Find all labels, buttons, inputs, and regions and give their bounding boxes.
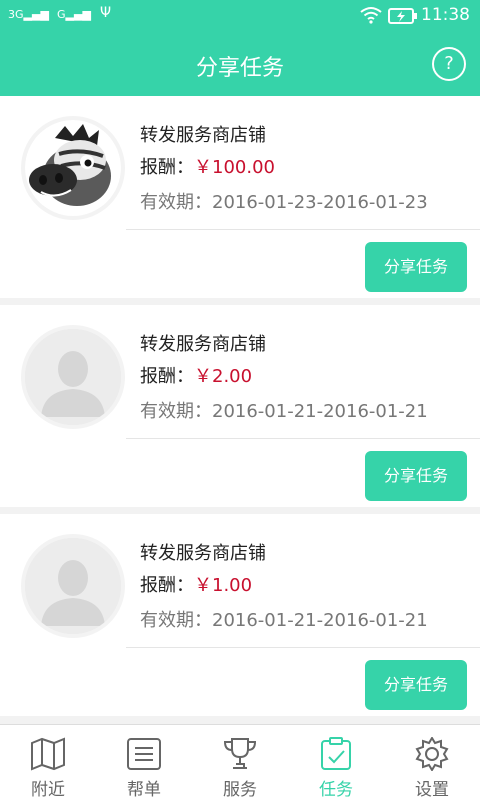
default-person-icon [25, 329, 121, 425]
clock: 11:38 [421, 5, 470, 25]
task-card: 转发服务商店铺 报酬：￥100.00 有效期：2016-01-23-2016-0… [0, 96, 480, 298]
tab-label: 设置 [415, 780, 449, 800]
default-person-icon [25, 538, 121, 634]
signal-g-icon: G▂▄▆ [57, 8, 91, 21]
task-reward: 报酬：￥2.00 [140, 362, 252, 388]
tab-orders[interactable]: 帮单 [96, 725, 192, 800]
task-title: 转发服务商店铺 [140, 334, 266, 355]
zebra-mascot-icon [25, 120, 121, 216]
reward-amount: ￥100.00 [194, 157, 275, 178]
battery-icon [388, 7, 418, 29]
tab-nearby[interactable]: 附近 [0, 725, 96, 800]
reward-label: 报酬： [140, 157, 194, 178]
reward-amount: ￥2.00 [194, 366, 253, 387]
map-icon [31, 737, 65, 771]
usb-icon: Ψ [100, 5, 112, 21]
share-task-button[interactable]: 分享任务 [365, 242, 467, 292]
task-validity: 有效期：2016-01-21-2016-01-21 [140, 397, 428, 423]
bottom-tab-bar: 附近 帮单 服务 任务 设置 [0, 724, 480, 800]
validity-label: 有效期： [140, 192, 212, 213]
header: 分享任务 ? [0, 34, 480, 96]
task-validity: 有效期：2016-01-21-2016-01-21 [140, 606, 428, 632]
task-card: 转发服务商店铺 报酬：￥2.00 有效期：2016-01-21-2016-01-… [0, 305, 480, 507]
task-icon [321, 737, 351, 770]
divider [126, 647, 480, 648]
tab-tasks[interactable]: 任务 [288, 725, 384, 800]
list-icon [127, 738, 161, 770]
task-title: 转发服务商店铺 [140, 125, 266, 146]
task-validity: 有效期：2016-01-23-2016-01-23 [140, 188, 428, 214]
task-reward: 报酬：￥1.00 [140, 571, 252, 597]
reward-label: 报酬： [140, 575, 194, 596]
tab-services[interactable]: 服务 [192, 725, 288, 800]
page-title: 分享任务 [195, 56, 284, 81]
task-reward: 报酬：￥100.00 [140, 153, 275, 179]
share-task-button[interactable]: 分享任务 [365, 451, 467, 501]
avatar [21, 116, 125, 220]
tab-label: 帮单 [127, 780, 161, 800]
divider [126, 438, 480, 439]
gear-icon [415, 737, 449, 771]
tab-label: 附近 [31, 780, 65, 800]
help-button[interactable]: ? [432, 47, 466, 81]
trophy-icon [223, 738, 257, 769]
avatar [21, 325, 125, 429]
task-title: 转发服务商店铺 [140, 543, 266, 564]
status-bar: 3G▂▄▆ G▂▄▆ Ψ 11:38 [0, 0, 480, 34]
validity-dates: 2016-01-23-2016-01-23 [212, 192, 428, 213]
wifi-icon [360, 6, 382, 28]
avatar [21, 534, 125, 638]
task-card: 转发服务商店铺 报酬：￥1.00 有效期：2016-01-21-2016-01-… [0, 514, 480, 716]
validity-label: 有效期： [140, 401, 212, 422]
validity-dates: 2016-01-21-2016-01-21 [212, 610, 428, 631]
reward-amount: ￥1.00 [194, 575, 253, 596]
tab-label: 任务 [319, 780, 353, 800]
divider [126, 229, 480, 230]
tab-settings[interactable]: 设置 [384, 725, 480, 800]
validity-dates: 2016-01-21-2016-01-21 [212, 401, 428, 422]
signal-3g-icon: 3G▂▄▆ [8, 8, 49, 21]
reward-label: 报酬： [140, 366, 194, 387]
share-task-button[interactable]: 分享任务 [365, 660, 467, 710]
tab-label: 服务 [223, 780, 257, 800]
validity-label: 有效期： [140, 610, 212, 631]
